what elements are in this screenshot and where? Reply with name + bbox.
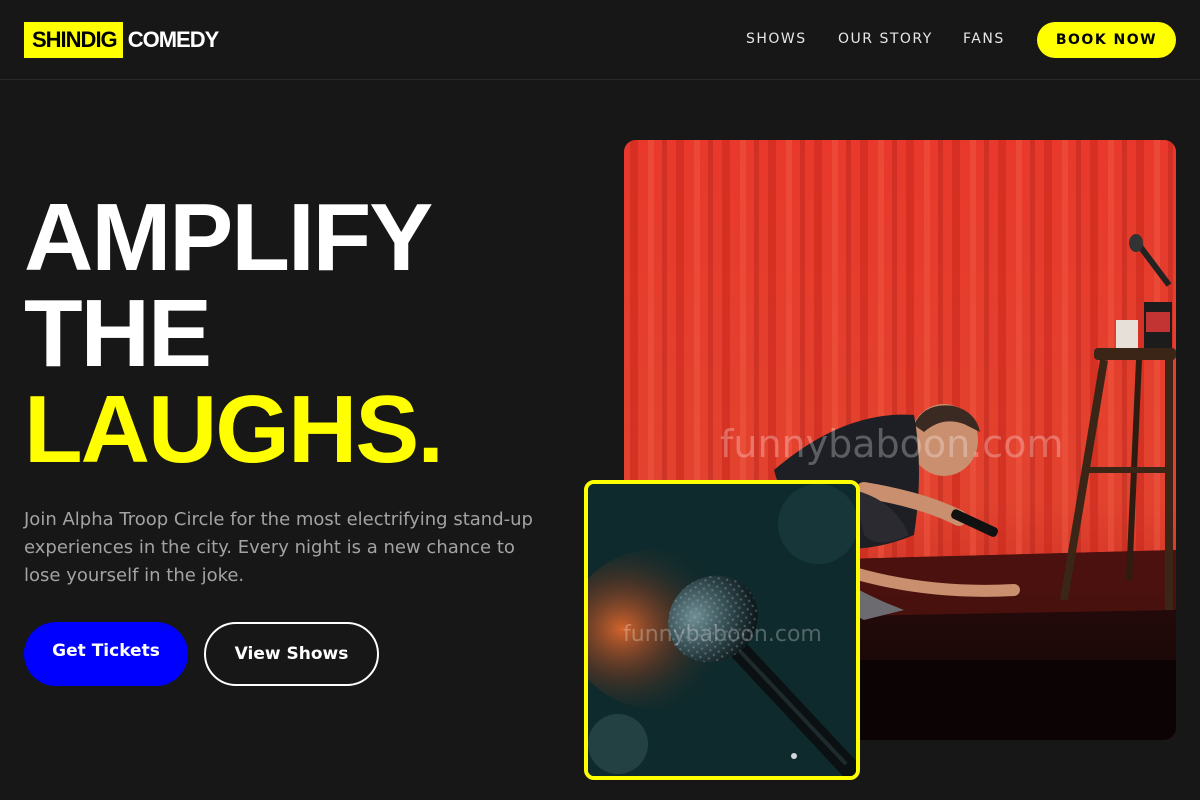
hero-headline: AMPLIFY THE LAUGHS. [24,184,444,483]
headline-line-laughs: LAUGHS. [24,376,444,483]
hero-description: Join Alpha Troop Circle for the most ele… [24,509,533,586]
logo[interactable]: SHINDIG COMEDY [24,22,220,58]
main-nav: SHOWS OUR STORY FANS [746,31,1023,47]
view-shows-button[interactable]: View Shows [204,622,379,686]
logo-text: COMEDY [127,27,220,52]
microphone-illustration [588,484,856,776]
logo-highlight: SHINDIG [24,22,123,58]
site-header: SHINDIG COMEDY SHOWS OUR STORY FANS BOOK… [0,0,1200,80]
headline-line-amplify: AMPLIFY [24,184,433,291]
microphone-photo: funnybaboon.com [584,480,860,780]
get-tickets-button[interactable]: Get Tickets [24,622,188,686]
nav-link-our-story[interactable]: OUR STORY [838,31,963,47]
nav-link-fans[interactable]: FANS [963,31,1023,47]
headline-line-the: THE [24,280,212,387]
book-now-button[interactable]: BOOK NOW [1037,22,1176,58]
nav-link-shows[interactable]: SHOWS [746,31,838,47]
